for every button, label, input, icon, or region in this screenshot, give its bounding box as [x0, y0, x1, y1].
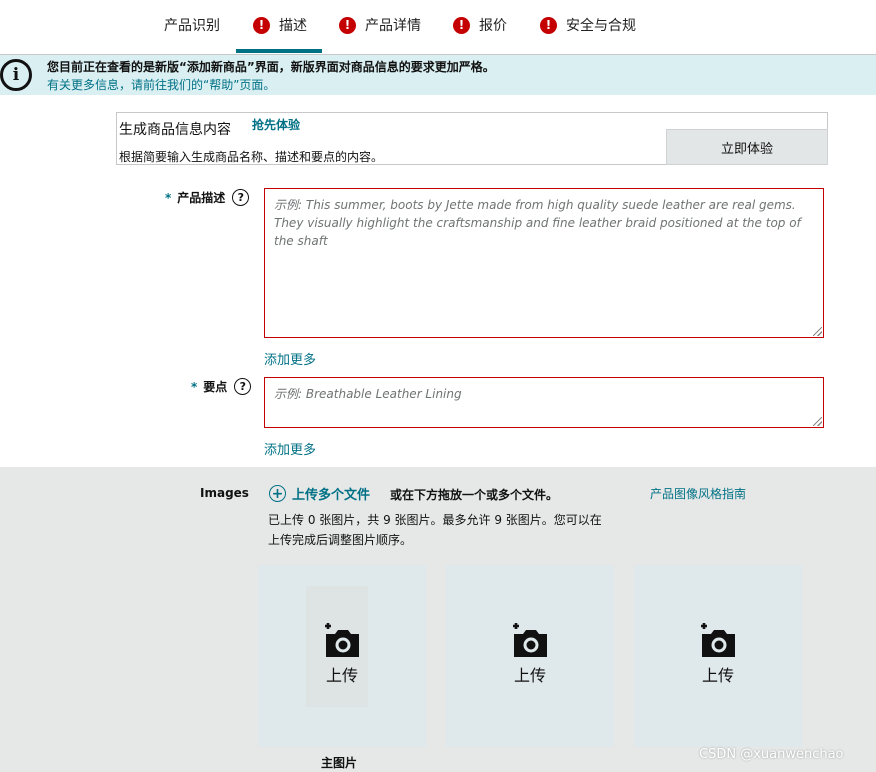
active-tab-indicator [236, 49, 322, 53]
drag-drop-hint: 或在下方拖放一个或多个文件。 [390, 488, 559, 502]
resize-handle[interactable] [813, 417, 822, 426]
tab-bar: 产品识别 ! 描述 ! 产品详情 ! 报价 ! 安全与合规 [0, 0, 876, 55]
info-banner: i 您目前正在查看的是新版“添加新商品”界面，新版界面对商品信息的要求更加严格。… [0, 55, 876, 95]
required-marker: * [165, 190, 172, 205]
tab-label: 产品识别 [164, 18, 220, 34]
help-icon[interactable]: ? [232, 189, 250, 206]
description-textarea[interactable]: 示例: This summer, boots by Jette made fro… [264, 188, 824, 338]
error-icon: ! [540, 16, 557, 34]
try-now-button[interactable]: 立即体验 [666, 129, 828, 165]
description-label: 产品描述 [177, 191, 226, 205]
upload-label: 上传 [325, 666, 358, 685]
generate-title: 生成商品信息内容 [119, 122, 231, 138]
tab-description[interactable]: ! 描述 [253, 0, 307, 50]
upload-label: 上传 [701, 666, 734, 685]
upload-count-text: 已上传 0 张图片，共 9 张图片。最多允许 9 张图片。您可以在 [268, 513, 602, 527]
camera-add-icon [325, 623, 359, 657]
description-label-row: * 产品描述 ? [165, 189, 250, 206]
upload-label: 上传 [513, 666, 546, 685]
early-access-link[interactable]: 抢先体验 [252, 116, 300, 133]
tab-safety-compliance[interactable]: ! 安全与合规 [540, 0, 636, 50]
generate-description: 根据简要输入生成商品名称、描述和要点的内容。 [119, 150, 384, 164]
bullet-point-textarea[interactable]: 示例: Breathable Leather Lining [264, 377, 824, 428]
image-upload-slot[interactable]: 上传 [634, 565, 802, 747]
image-upload-slot-main[interactable]: 上传 [258, 565, 426, 747]
resize-handle[interactable] [813, 327, 822, 336]
tab-label: 描述 [279, 18, 307, 34]
bullet-placeholder: 示例: Breathable Leather Lining [274, 387, 462, 401]
upload-multiple-files-button[interactable]: + 上传多个文件 [269, 484, 370, 503]
tab-offer[interactable]: ! 报价 [453, 0, 507, 50]
tab-label: 安全与合规 [566, 18, 636, 34]
images-section: Images + 上传多个文件 或在下方拖放一个或多个文件。 产品图像风格指南 … [0, 467, 876, 772]
tab-label: 报价 [479, 18, 507, 34]
image-upload-slot[interactable]: 上传 [446, 565, 614, 747]
tab-product-identity[interactable]: 产品识别 [164, 0, 220, 50]
tab-product-details[interactable]: ! 产品详情 [339, 0, 421, 50]
info-icon: i [0, 59, 32, 91]
upload-order-text: 上传完成后调整图片顺序。 [268, 533, 413, 547]
images-label: Images [200, 486, 249, 500]
camera-add-icon [701, 623, 735, 657]
banner-message: 您目前正在查看的是新版“添加新商品”界面，新版界面对商品信息的要求更加严格。 [47, 60, 495, 74]
bullet-add-more-link[interactable]: 添加更多 [264, 439, 316, 458]
required-marker: * [191, 379, 198, 394]
bullet-label: 要点 [203, 380, 228, 394]
image-style-guide-link[interactable]: 产品图像风格指南 [650, 485, 746, 502]
plus-circle-icon: + [269, 485, 286, 502]
error-icon: ! [253, 16, 270, 34]
description-placeholder: 示例: This summer, boots by Jette made fro… [274, 198, 801, 248]
error-icon: ! [453, 16, 470, 34]
upload-multiple-label: 上传多个文件 [292, 488, 371, 503]
watermark: CSDN @xuanwenchao [699, 747, 844, 762]
help-page-link[interactable]: 有关更多信息，请前往我们的“帮助”页面。 [47, 76, 275, 93]
tab-label: 产品详情 [365, 18, 421, 34]
main-image-label: 主图片 [321, 756, 358, 770]
error-icon: ! [339, 16, 356, 34]
description-add-more-link[interactable]: 添加更多 [264, 349, 316, 368]
bullet-label-row: * 要点 ? [191, 378, 252, 395]
help-icon[interactable]: ? [234, 378, 252, 395]
generate-content-panel: 生成商品信息内容 抢先体验 根据简要输入生成商品名称、描述和要点的内容。 立即体… [116, 112, 828, 165]
camera-add-icon [513, 623, 547, 657]
